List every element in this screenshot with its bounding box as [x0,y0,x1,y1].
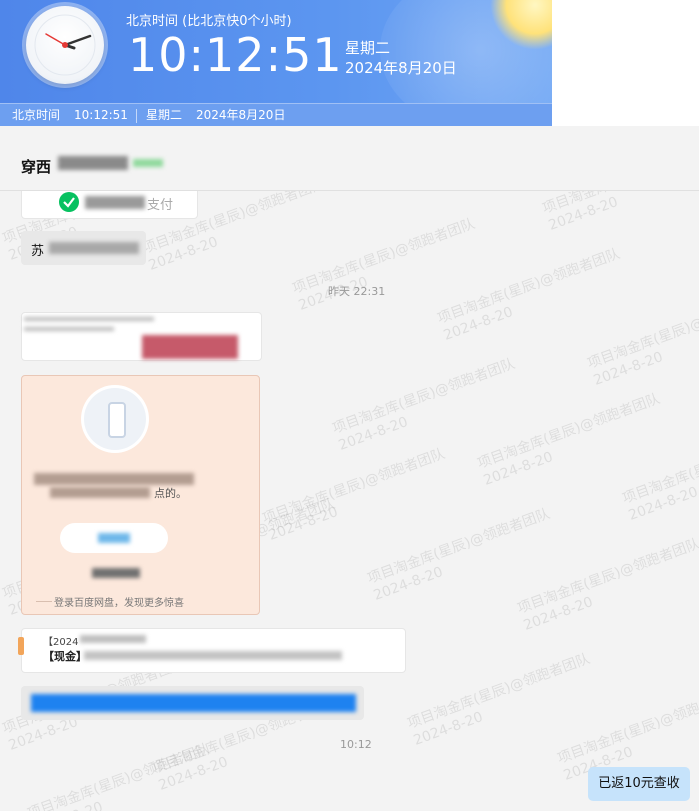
bar-time: 10:12:51 [74,108,128,122]
analog-clock-icon [26,6,104,84]
redacted-thumbnail [142,335,238,359]
date: 2024年8月20日 [345,59,457,77]
watermark: 项目淘金库(星辰)@领跑者团队 2024-8-20 [365,505,553,604]
message-list[interactable]: 项目淘金库(星辰)@领跑者团队 2024-8-20 项目淘金库(星辰)@领跑者团… [0,191,699,811]
watermark: 项目淘金库(星辰)@领跑者团队 2024-8-20 [540,191,699,234]
weekday: 星期二 [345,39,391,57]
netdisk-share-card[interactable]: 点的。 登录百度网盘，发现更多惊喜 [21,375,260,615]
chat-title: 穿西 [21,158,52,176]
wechat-pay-bubble[interactable]: 支付 [21,191,198,219]
watermark: 项目淘金库(星辰)@领跑者团队 2024-8-20 [585,290,699,389]
sent-message-bubble[interactable]: 已返10元查收 [588,767,690,801]
message-text: 苏 [31,244,45,259]
digital-time: 10:12:51 [128,28,343,82]
redacted-text [49,242,139,254]
timestamp: 昨天 22:31 [328,285,386,298]
wechat-pay-icon [59,192,79,212]
redacted-link [31,694,356,712]
card-action-button[interactable] [60,523,168,553]
redacted-text [85,196,145,209]
watermark: 项目淘金库(星辰)@领跑者团队 2024-8-20 [330,355,518,454]
netdisk-app-icon [84,388,146,450]
chat-header: 穿西 [0,126,699,191]
report-line-2: 【现金】 [43,650,87,663]
redacted-text [50,487,150,498]
link-preview-bubble[interactable] [21,312,262,361]
card-footer: 登录百度网盘，发现更多惊喜 [52,594,186,609]
card-text: 点的。 [154,487,187,500]
redacted-text [24,327,114,331]
bar-date: 2024年8月20日 [196,108,286,122]
redacted-text [24,317,154,321]
watermark: 项目淘金库(星辰)@领跑者团队 2024-8-20 [620,425,699,524]
report-line-1: 【2024 [43,637,79,648]
clock-title: 北京时间 (比北京快0个小时) [126,14,292,29]
wechat-pay-label: 支付 [147,198,174,213]
redacted-text [84,651,342,660]
watermark: 项目淘金库(星辰)@领跑者团队 2024-8-20 [435,245,623,344]
report-bubble[interactable]: 【2024 【现金】 [18,628,406,673]
clock-status-bar: 北京时间 10:12:51 星期二 2024年8月20日 [0,103,552,126]
text-bubble[interactable]: 苏 [21,231,146,265]
watermark: 项目淘金库(星辰)@领跑者团队 2024-8-20 [290,215,478,314]
redacted-text [80,635,146,643]
watermark: 项目淘金库(星辰)@领跑者团队 2024-8-20 [25,740,213,811]
timestamp: 10:12 [340,738,372,751]
watermark: 项目淘金库(星辰)@领跑者团队 2024-8-20 [405,650,593,749]
redacted-text [92,568,140,578]
doc-icon [18,637,24,655]
bar-weekday: 星期二 [146,108,183,122]
clock-widget: 北京时间 (比北京快0个小时) 10:12:51 星期二 2024年8月20日 … [0,0,552,126]
bar-divider [136,109,137,123]
redacted-text [34,473,194,485]
link-text-bubble[interactable] [21,686,364,720]
watermark: 项目淘金库(星辰)@领跑者团队 2024-8-20 [260,445,448,544]
white-gap [552,0,699,126]
watermark: 项目淘金库(星辰)@领跑者团队 2024-8-20 [475,390,663,489]
bar-label: 北京时间 [12,108,61,122]
redacted-title [58,156,128,170]
watermark: 项目淘金库(星辰)@领跑者团队 2024-8-20 [515,535,699,634]
redacted-title-accent [133,159,163,167]
